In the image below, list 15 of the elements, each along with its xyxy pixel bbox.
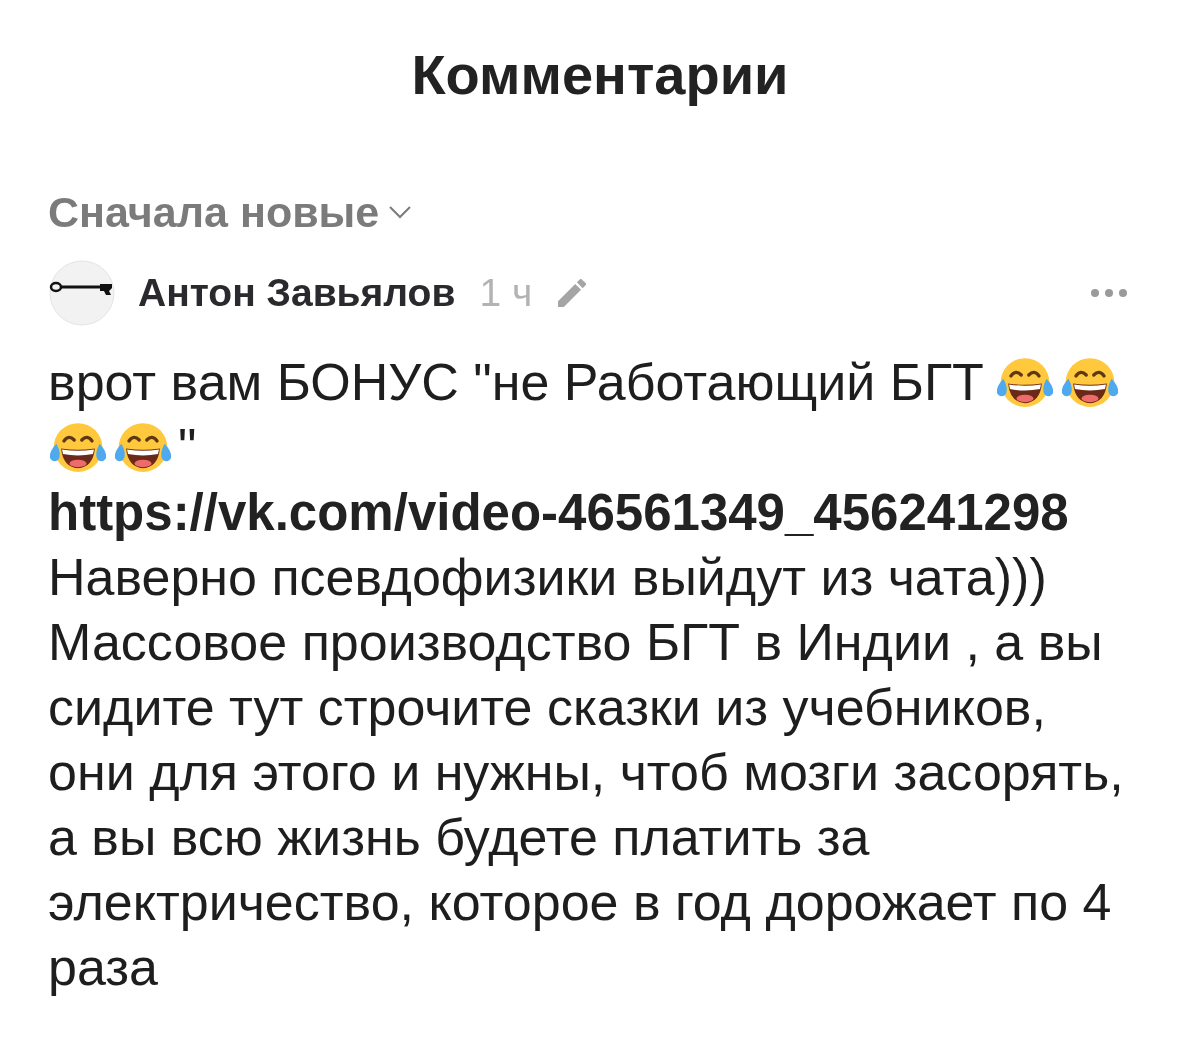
video-link[interactable]: https://vk.com/video-46561349_456241298 [48, 484, 1069, 541]
laughing-crying-face-icon [48, 421, 108, 474]
chevron-down-icon [387, 205, 414, 219]
comment-text: " [178, 417, 197, 478]
key-avatar-icon[interactable] [48, 260, 116, 326]
comment-time: 1 ч [479, 269, 533, 316]
laughing-crying-face-icon [113, 421, 173, 474]
laughing-crying-face-icon [994, 356, 1055, 409]
comment-text: Наверно псевдофизики выйдут из чата))) [48, 547, 1048, 608]
sort-dropdown[interactable]: Сначала новые [48, 188, 414, 236]
laughing-crying-face-icon [1059, 356, 1120, 409]
author-name[interactable]: Антон Завьялов [138, 263, 456, 323]
comment-text: врот вам БОНУС "не Работающий БГТ [48, 352, 984, 413]
more-options-icon[interactable] [1091, 289, 1127, 297]
comment-text: Массовое производство БГТ в Индии , а вы сидите тут строчите сказки из учебников, они для этого и нужны, чтоб мозги засорять, а вы всю жизнь будете платить за электричество, которое в год дорожает по 4 раза [48, 612, 1125, 998]
